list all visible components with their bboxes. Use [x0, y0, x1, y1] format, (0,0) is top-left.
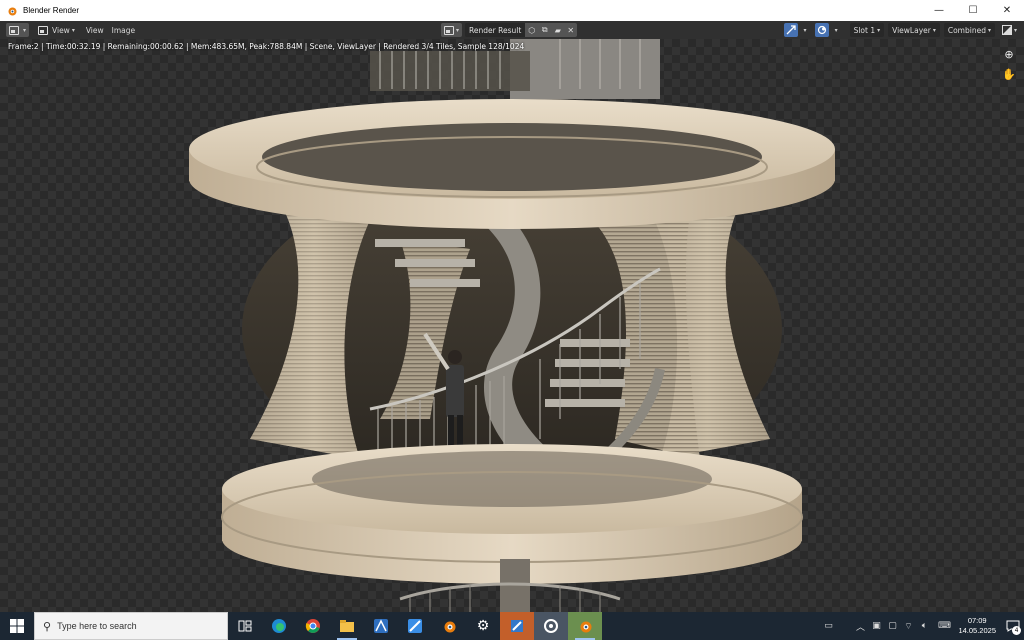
notification-center-button[interactable]: 4 [1002, 612, 1024, 640]
view-layer-label: ViewLayer [892, 25, 931, 35]
chevron-down-icon: ▾ [932, 26, 936, 34]
display-channels-button[interactable]: ▾ [999, 23, 1020, 37]
pan-hand-icon[interactable]: ✋ [1002, 67, 1016, 81]
view-layer-dropdown[interactable]: ViewLayer ▾ [888, 23, 940, 37]
window-title: Blender Render [23, 6, 80, 15]
chevron-down-icon[interactable]: ▾ [804, 27, 807, 34]
app-icon-4[interactable] [534, 612, 568, 640]
view-mode-icon [38, 25, 49, 35]
chevron-up-icon[interactable]: ︿ [852, 620, 868, 633]
start-button[interactable] [0, 612, 34, 640]
slot-label: Slot 1 [853, 25, 876, 35]
task-view-icon[interactable] [228, 612, 262, 640]
render-viewport[interactable]: Frame:2 | Time:00:32.19 | Remaining:00:0… [0, 39, 1024, 612]
network-status-icon[interactable]: ▣ [868, 621, 884, 631]
view-mode-dropdown[interactable]: View ▾ [35, 23, 78, 37]
unlink-icon[interactable]: ✕ [564, 26, 577, 35]
volume-icon[interactable]: 🔈︎ [916, 621, 932, 631]
blender-active-icon[interactable] [568, 612, 602, 640]
fake-user-icon[interactable]: ⬡ [525, 26, 538, 35]
meet-now-icon[interactable]: ▢ [884, 621, 900, 631]
keyboard-tray-icon[interactable]: ▭ [820, 621, 836, 631]
notification-badge: 4 [1012, 626, 1021, 635]
system-tray: ▭ ︿ ▣ ▢ ⌔ 🔈︎ ⌨ 07:09 14.05.2025 4 [820, 612, 1024, 640]
app-icon-3[interactable] [500, 612, 534, 640]
chevron-down-icon: ▾ [71, 26, 75, 34]
editor-type-selector[interactable]: ▾ [6, 23, 30, 37]
app-icon-1[interactable] [364, 612, 398, 640]
chevron-down-icon: ▾ [987, 26, 991, 34]
chrome-icon[interactable] [296, 612, 330, 640]
chevron-down-icon: ▾ [456, 26, 460, 34]
settings-icon[interactable]: ⚙ [466, 612, 500, 640]
image-selector: ▾ Render Result ⬡ ⧉ ▰ ✕ [441, 23, 578, 37]
close-button[interactable]: ✕ [990, 0, 1024, 21]
image-editor-icon [9, 25, 19, 35]
image-editor-header: ▾ View ▾ View Image ▾ Render Result ⬡ ⧉ … [0, 21, 1024, 39]
sample-tool-button[interactable] [783, 23, 798, 37]
clock-time: 07:09 [967, 616, 987, 625]
image-name-field[interactable]: Render Result [465, 23, 526, 37]
taskbar-clock[interactable]: 07:09 14.05.2025 [958, 616, 996, 636]
open-folder-icon[interactable]: ▰ [551, 26, 564, 35]
chevron-down-icon: ▾ [23, 26, 27, 34]
taskbar-search-box[interactable]: ⚲ Type here to search [34, 612, 228, 640]
edge-icon[interactable] [262, 612, 296, 640]
clock-date: 14.05.2025 [958, 626, 996, 635]
image-icon [444, 25, 454, 35]
render-result-image [189, 39, 835, 612]
menu-image[interactable]: Image [112, 26, 136, 35]
minimize-button[interactable]: — [922, 0, 956, 21]
image-browse-button[interactable]: ▾ [441, 23, 463, 37]
blender-icon[interactable] [432, 612, 466, 640]
chevron-down-icon[interactable]: ▾ [835, 27, 838, 34]
windows-logo-icon [10, 619, 24, 633]
zoom-icon[interactable]: ⊕ [1002, 47, 1016, 61]
view-mode-label: View [52, 25, 70, 35]
app-icon-2[interactable] [398, 612, 432, 640]
duplicate-icon[interactable]: ⧉ [538, 25, 551, 35]
search-icon: ⚲ [43, 619, 52, 633]
wifi-icon[interactable]: ⌔ [900, 621, 916, 632]
blender-render-window: Blender Render — ☐ ✕ ▾ View ▾ View Image… [0, 0, 1024, 612]
maximize-button[interactable]: ☐ [956, 0, 990, 21]
render-pass-dropdown[interactable]: Combined ▾ [943, 23, 995, 37]
touch-keyboard-icon[interactable]: ⌨ [936, 621, 952, 631]
display-channels-icon [1001, 25, 1012, 35]
chevron-down-icon: ▾ [877, 26, 881, 34]
chevron-down-icon: ▾ [1013, 26, 1017, 34]
blender-logo-icon [6, 5, 18, 17]
render-pass-label: Combined [947, 25, 986, 35]
file-explorer-icon[interactable] [330, 612, 364, 640]
navigation-gizmo: ⊕ ✋ [1002, 47, 1016, 81]
slot-dropdown[interactable]: Slot 1 ▾ [849, 23, 885, 37]
windows-taskbar: ⚲ Type here to search ⚙ ▭ ︿ ▣ ▢ ⌔ � [0, 612, 1024, 640]
overlay-toggle-button[interactable] [814, 23, 829, 37]
title-bar: Blender Render — ☐ ✕ [0, 0, 1024, 21]
render-stats-text: Frame:2 | Time:00:32.19 | Remaining:00:0… [8, 42, 525, 51]
search-placeholder: Type here to search [57, 621, 137, 631]
menu-view[interactable]: View [86, 26, 104, 35]
